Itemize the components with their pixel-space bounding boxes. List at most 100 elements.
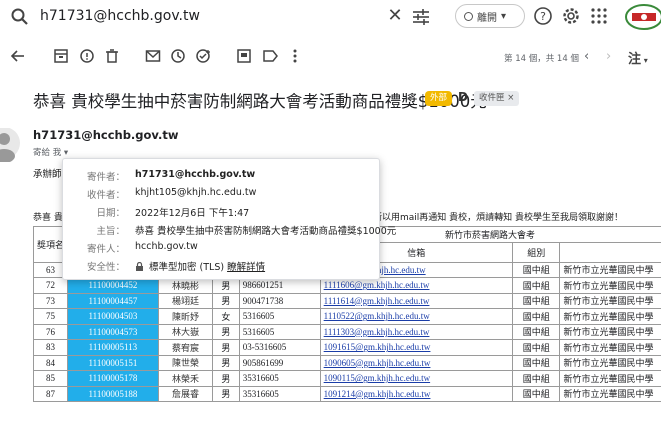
- participant-id: 11100004457: [67, 292, 159, 309]
- add-task-icon[interactable]: [195, 48, 211, 64]
- clear-search-icon[interactable]: ✕: [385, 6, 405, 26]
- label-icon[interactable]: [262, 48, 278, 64]
- email-link[interactable]: 1090605@gm.khjh.hc.edu.tw: [319, 354, 513, 371]
- help-icon[interactable]: ?: [533, 6, 553, 26]
- group: 國中組: [511, 385, 561, 402]
- group: 國中組: [511, 277, 561, 294]
- school: 新竹市立光華國民中學: [559, 308, 661, 325]
- participant-id: 11100005188: [67, 385, 159, 402]
- report-spam-icon[interactable]: [79, 48, 95, 64]
- group: 國中組: [511, 308, 561, 325]
- search-bar: h71731@hcchb.gov.tw ✕ 離開 ▾ ?: [0, 0, 661, 34]
- phone: 35316605: [238, 385, 321, 402]
- group: 國中組: [511, 339, 561, 356]
- phone: 900471738: [238, 292, 321, 309]
- recipient-details-toggle[interactable]: 寄給 我 ▾: [33, 146, 68, 158]
- table-row: 87 11100005188 詹展睿男 35316605 1091214@gm.khjh…: [32, 385, 661, 402]
- body-text-continued: 所以用mail再通知 貴校，煩請轉知 貴校學生至我局領取謝謝！: [373, 213, 624, 223]
- snooze-clock-icon[interactable]: [170, 48, 186, 64]
- search-input[interactable]: h71731@hcchb.gov.tw: [40, 8, 200, 24]
- detail-security-value: 標準型加密 (TLS) 瞭解詳情: [135, 259, 265, 275]
- detail-to-row: 收件者： khjht105@khjh.hc.edu.tw: [86, 187, 257, 203]
- older-message-chevron-icon[interactable]: ›: [606, 49, 611, 64]
- gender: 男: [212, 323, 240, 340]
- search-icon[interactable]: [10, 7, 30, 27]
- student-name: 蔡宥宸: [157, 339, 214, 356]
- email-link[interactable]: 1110522@gm.khjh.hc.edu.tw: [319, 308, 513, 325]
- school: 新竹市立光華國民中學: [559, 339, 661, 356]
- participant-id: 11100004503: [67, 308, 159, 325]
- header-cell: [559, 241, 661, 263]
- search-options-icon[interactable]: [410, 6, 432, 28]
- apps-grid-icon[interactable]: [590, 7, 608, 25]
- detail-to-value[interactable]: khjht105@khjh.hc.edu.tw: [135, 187, 256, 203]
- body-text: 恭喜 貴: [33, 213, 63, 223]
- row-number: 72: [32, 277, 69, 294]
- detail-subject-row: 主旨： 恭喜 貴校學生抽中菸害防制網路大會考活動商品禮獎$1000元: [63, 223, 396, 239]
- message-position-counter: 第 14 個，共 14 個: [504, 54, 579, 64]
- detail-subject-value: 恭喜 貴校學生抽中菸害防制網路大會考活動商品禮獎$1000元: [135, 226, 397, 237]
- email-link[interactable]: 1111303@gm.khjh.hc.edu.tw: [319, 323, 513, 340]
- school: 新竹市立光華國民中學: [559, 261, 661, 278]
- student-name: 陳世榮: [157, 354, 214, 371]
- gender: 男: [212, 292, 240, 309]
- participant-id: 11100005151: [67, 354, 159, 371]
- group: 國中組: [511, 354, 561, 371]
- group: 國中組: [511, 323, 561, 340]
- inbox-label-chip[interactable]: 收件匣 ×: [474, 91, 520, 106]
- body-greeting: 承辦師: [33, 169, 62, 180]
- label-d-icon[interactable]: D: [458, 90, 468, 104]
- school: 新竹市立光華國民中學: [559, 354, 661, 371]
- sender-details-popup: 寄件者： h71731@hcchb.gov.tw 收件者： khjht105@khj…: [62, 158, 396, 280]
- more-vert-icon[interactable]: [287, 48, 303, 64]
- detail-date-value: 2022年12月6日 下午1:47: [135, 208, 250, 219]
- mark-unread-icon[interactable]: [145, 48, 161, 64]
- move-to-icon[interactable]: [236, 48, 252, 64]
- input-tools-button[interactable]: 注 ▾: [628, 48, 648, 67]
- chevron-down-icon: ▾: [501, 10, 507, 22]
- table-row: 76 11100004573 林大嶽男 5316605 1111303@gm.khjh.…: [32, 323, 661, 340]
- detail-from-row: 寄件者： h71731@hcchb.gov.tw: [86, 169, 256, 185]
- gear-icon[interactable]: [561, 6, 581, 26]
- gender: 女: [212, 308, 240, 325]
- email-link[interactable]: 1111614@gm.khjh.hc.edu.tw: [319, 292, 513, 309]
- delete-icon[interactable]: [104, 48, 120, 64]
- row-number: 85: [32, 370, 69, 387]
- detail-date-row: 日期： 2022年12月6日 下午1:47: [63, 205, 249, 221]
- email-link[interactable]: 1091214@gm.khjh.hc.edu.tw: [319, 385, 513, 402]
- school: 新竹市立光華國民中學: [559, 277, 661, 294]
- detail-from-value[interactable]: h71731@hcchb.gov.tw: [135, 169, 255, 185]
- organization-logo[interactable]: [624, 3, 661, 31]
- student-name: 林大嶽: [157, 323, 214, 340]
- table-row: 84 11100005151 陳世榮男 905861699 1090605@gm.khj…: [32, 354, 661, 371]
- status-selector[interactable]: 離開 ▾: [455, 4, 525, 28]
- email-subject: 恭喜 貴校學生抽中菸害防制網路大會考活動商品禮獎$1000元: [33, 92, 487, 111]
- detail-sentby-value: hcchb.gov.tw: [135, 241, 198, 252]
- back-arrow-icon[interactable]: [10, 48, 26, 64]
- gender: 男: [212, 339, 240, 356]
- gender: 男: [212, 385, 240, 402]
- table-row: 83 11100005113 蔡宥宸男 03-5316605 1091615@gm.kh…: [32, 339, 661, 356]
- archive-icon[interactable]: [53, 48, 69, 64]
- email-link[interactable]: 1090115@gm.khjh.hc.edu.tw: [319, 370, 513, 387]
- status-label: 離開: [477, 12, 497, 24]
- learn-more-link[interactable]: 瞭解詳情: [227, 262, 265, 273]
- detail-sentby-row: 寄件人： hcchb.gov.tw: [86, 241, 198, 255]
- newer-message-chevron-icon[interactable]: ‹: [584, 49, 589, 64]
- status-away-icon: [464, 11, 473, 21]
- table-row: 73 11100004457 楊翊廷男 900471738 1111614@gm.khj…: [32, 292, 661, 309]
- external-label-chip[interactable]: 外部: [425, 91, 453, 106]
- sender-avatar[interactable]: [0, 128, 20, 162]
- row-number: 84: [32, 354, 69, 371]
- sender-name[interactable]: h71731@hcchb.gov.tw: [33, 128, 179, 142]
- participant-id: 11100005113: [67, 339, 159, 356]
- student-name: 詹展睿: [157, 385, 214, 402]
- student-name: 楊翊廷: [157, 292, 214, 309]
- phone: 35316605: [238, 370, 321, 387]
- table-row: 75 11100004503 陳昕妤女 5316605 1110522@gm.khjh.…: [32, 308, 661, 325]
- student-name: 林榮禾: [157, 370, 214, 387]
- row-number: 73: [32, 292, 69, 309]
- gender: 男: [212, 354, 240, 371]
- table-row: 85 11100005178 林榮禾男 35316605 1090115@gm.khjh…: [32, 370, 661, 387]
- email-link[interactable]: 1091615@gm.khjh.hc.edu.tw: [319, 339, 513, 356]
